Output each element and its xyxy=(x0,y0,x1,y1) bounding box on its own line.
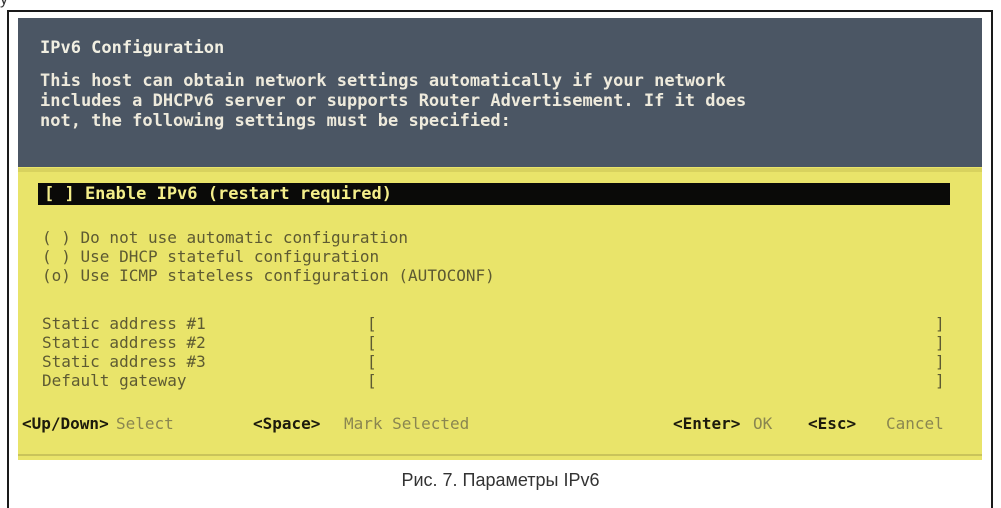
static-address-1-field-close: ] xyxy=(935,314,945,333)
static-address-1-row: Static address #1 [ ] xyxy=(42,314,962,333)
default-gateway-row: Default gateway [ ] xyxy=(42,371,962,390)
default-gateway-field-open[interactable]: [ xyxy=(367,371,377,390)
description-line: not, the following settings must be spec… xyxy=(40,111,511,131)
top-cropped-text-content: у xyxy=(0,0,8,9)
static-address-1-label: Static address #1 xyxy=(42,314,206,333)
static-address-3-field-open[interactable]: [ xyxy=(367,352,377,371)
esc-key-hint[interactable]: <Esc> xyxy=(808,414,856,433)
console-screen: IPv6 Configuration This host can obtain … xyxy=(18,18,982,460)
static-address-3-row: Static address #3 [ ] xyxy=(42,352,962,371)
description-line: This host can obtain network settings au… xyxy=(40,71,726,91)
description-line: includes a DHCPv6 server or supports Rou… xyxy=(40,91,747,111)
static-address-2-label: Static address #2 xyxy=(42,333,206,352)
static-address-2-field-open[interactable]: [ xyxy=(367,333,377,352)
config-mode-radio-group: ( ) Do not use automatic configuration (… xyxy=(42,228,495,285)
radio-dhcp-stateful[interactable]: ( ) Use DHCP stateful configuration xyxy=(42,247,495,266)
dialog-title: IPv6 Configuration xyxy=(40,38,225,58)
screen-bottom-line xyxy=(18,454,982,456)
enter-key-hint[interactable]: <Enter> xyxy=(673,414,740,433)
static-address-2-field-close: ] xyxy=(935,333,945,352)
static-address-3-field-close: ] xyxy=(935,352,945,371)
dialog-description: This host can obtain network settings au… xyxy=(40,71,960,131)
header-separator xyxy=(18,168,982,172)
key-hints-bar: <Up/Down> Select <Space> Mark Selected <… xyxy=(18,414,982,440)
static-address-1-field-open[interactable]: [ xyxy=(367,314,377,333)
updown-action-label: Select xyxy=(116,414,174,433)
radio-no-auto-config[interactable]: ( ) Do not use automatic configuration xyxy=(42,228,495,247)
dialog-header: IPv6 Configuration This host can obtain … xyxy=(18,18,982,167)
default-gateway-label: Default gateway xyxy=(42,371,187,390)
enable-ipv6-checkbox[interactable]: [ ] Enable IPv6 (restart required) xyxy=(38,183,950,205)
ok-action-label: OK xyxy=(753,414,773,433)
top-cropped-text: у xyxy=(0,0,1001,10)
cancel-action-label: Cancel xyxy=(886,414,944,433)
radio-icmp-stateless[interactable]: (o) Use ICMP stateless configuration (AU… xyxy=(42,266,495,285)
default-gateway-field-close: ] xyxy=(935,371,945,390)
space-action-label: Mark Selected xyxy=(344,414,470,433)
space-key-hint[interactable]: <Space> xyxy=(253,414,320,433)
static-address-2-row: Static address #2 [ ] xyxy=(42,333,962,352)
static-address-3-label: Static address #3 xyxy=(42,352,206,371)
figure-caption: Рис. 7. Параметры IPv6 xyxy=(401,470,600,490)
updown-key-hint[interactable]: <Up/Down> xyxy=(22,414,109,433)
